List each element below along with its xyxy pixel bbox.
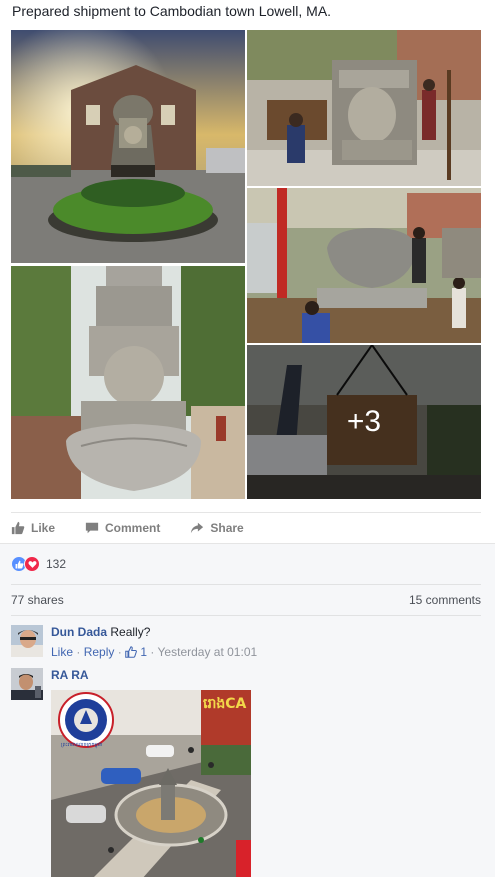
comment-reply-link[interactable]: Reply — [84, 645, 115, 659]
share-button-label: Share — [210, 520, 244, 535]
share-button[interactable]: Share — [190, 520, 244, 535]
post-photo-2[interactable] — [247, 30, 481, 186]
post-action-bar: Like Comment Share — [11, 512, 481, 542]
comments-count[interactable]: 15 comments — [409, 593, 481, 607]
post-photo-4[interactable] — [11, 266, 245, 499]
comment-author[interactable]: Dun Dada — [51, 625, 107, 639]
like-button[interactable]: Like — [11, 521, 55, 535]
comment-button-label: Comment — [105, 520, 161, 535]
avatar[interactable] — [11, 625, 43, 657]
love-icon — [24, 556, 40, 572]
post-photo-1[interactable] — [11, 30, 245, 263]
divider — [11, 615, 481, 616]
shares-count[interactable]: 77 shares — [11, 593, 64, 607]
feedback-section: 132 77 shares 15 comments Dun Dada Reall… — [0, 543, 495, 877]
city-plan-illustration: រោងCA ព្រះរាជាណាចក្រកម្ពុជា — [51, 690, 251, 877]
comment-body: RA RA — [51, 668, 89, 682]
avatar[interactable] — [11, 668, 43, 700]
reaction-count: 132 — [46, 557, 67, 571]
comment-icon — [85, 522, 99, 533]
comment-body: Dun Dada Really? Like · Reply · 1 · Yest… — [51, 625, 257, 661]
like-button-label: Like — [31, 520, 56, 535]
share-arrow-icon — [191, 522, 204, 533]
photo-roundabout-statue — [11, 30, 245, 263]
divider — [11, 584, 481, 585]
comment-text: Really? — [110, 625, 151, 639]
comment-button[interactable]: Comment — [85, 521, 160, 535]
photo-workshop-carving — [247, 30, 481, 186]
photo-lotus-base — [247, 188, 481, 343]
attachment-banner-text: រោងCA — [203, 696, 246, 712]
thumbs-up-icon — [11, 521, 25, 534]
comment-author[interactable]: RA RA — [51, 668, 89, 682]
comment-like-link[interactable]: Like — [51, 645, 73, 659]
attachment-caption: ព្រះរាជាណាចក្រកម្ពុជា — [61, 742, 103, 749]
post-photo-3[interactable] — [247, 188, 481, 343]
reactions-summary[interactable]: 132 — [11, 556, 66, 572]
comment-timestamp[interactable]: Yesterday at 01:01 — [158, 645, 258, 659]
comment-like-count[interactable]: 1 — [140, 645, 147, 659]
thumbs-up-icon — [125, 646, 137, 661]
photo-bayon-tower — [11, 266, 245, 499]
comment-item: RA RA រោងCA ព្រះរាជាណាចក្រកម្ពុជា — [11, 668, 481, 877]
post-photo-5[interactable]: +3 — [247, 345, 481, 499]
post-text: Prepared shipment to Cambodian town Lowe… — [12, 3, 332, 19]
more-photos-overlay[interactable]: +3 — [247, 345, 481, 499]
comment-meta: Like · Reply · 1 · Yesterday at 01:01 — [51, 645, 258, 661]
comment-attachment-image[interactable]: រោងCA ព្រះរាជាណាចក្រកម្ពុជា — [51, 690, 251, 877]
comment-item: Dun Dada Really? Like · Reply · 1 · Yest… — [11, 625, 481, 665]
